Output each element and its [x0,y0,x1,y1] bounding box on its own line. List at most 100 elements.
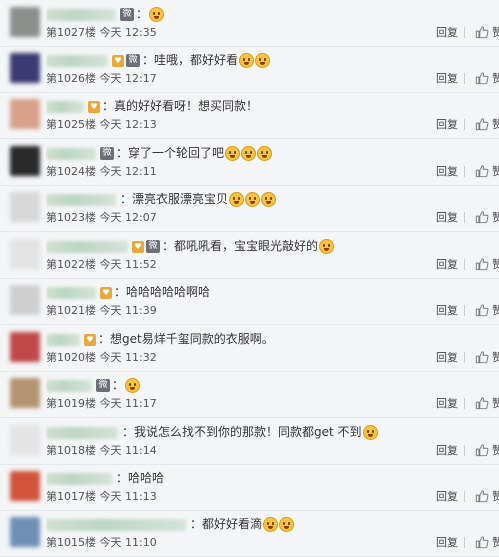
divider [464,119,465,130]
like-label[interactable]: 赞 [492,536,499,550]
reply-button[interactable]: 回复 [436,211,458,225]
floor-number: 第1018楼 [46,444,96,457]
separator: ： [162,239,175,253]
avatar[interactable] [10,53,40,83]
timestamp: 今天 12:13 [99,118,157,131]
username[interactable] [46,518,186,531]
comment-text: 漂亮衣服漂亮宝贝 [132,192,229,206]
reply-button[interactable]: 回复 [436,397,458,411]
comment-meta: 第1020楼 今天 11:32 [46,351,157,365]
like-label[interactable]: 赞 [492,72,499,86]
thumbs-up-icon[interactable] [475,257,489,271]
username[interactable] [46,147,96,160]
comment-item: ♥ ：哈哈哈哈哈啊哈 第1021楼 今天 11:39 回复 赞 [0,278,499,325]
like-label[interactable]: 赞 [492,397,499,411]
emoji-icon [261,192,277,207]
like-label[interactable]: 赞 [492,258,499,272]
like-label[interactable]: 赞 [492,490,499,504]
thumbs-up-icon[interactable] [475,303,489,317]
like-label[interactable]: 赞 [492,351,499,365]
thumbs-up-icon[interactable] [475,396,489,410]
avatar[interactable] [10,332,40,362]
like-label[interactable]: 赞 [492,444,499,458]
reply-button[interactable]: 回复 [436,536,458,550]
comment-content: 微： [46,375,489,395]
emoji-icon [229,192,245,207]
comment-meta: 第1026楼 今天 12:17 [46,72,157,86]
avatar[interactable] [10,239,40,269]
username[interactable] [46,54,108,67]
emoji-icon [319,239,335,254]
like-label[interactable]: 赞 [492,165,499,179]
reply-button[interactable]: 回复 [436,351,458,365]
avatar[interactable] [10,7,40,37]
thumbs-up-icon[interactable] [475,489,489,503]
thumbs-up-icon[interactable] [475,25,489,39]
timestamp: 今天 11:13 [99,490,157,503]
avatar[interactable] [10,471,40,501]
comment-content: ♥ 微：哇哦，都好好看 [46,50,489,70]
emoji-icon [255,53,271,68]
reply-button[interactable]: 回复 [436,118,458,132]
comment-content: ：哈哈哈 [46,468,489,488]
reply-button[interactable]: 回复 [436,304,458,318]
reply-button[interactable]: 回复 [436,26,458,40]
username[interactable] [46,472,112,485]
username[interactable] [46,286,96,299]
divider [464,166,465,177]
comment-meta: 第1022楼 今天 11:52 [46,258,157,272]
avatar[interactable] [10,378,40,408]
thumbs-up-icon[interactable] [475,71,489,85]
avatar[interactable] [10,146,40,176]
floor-number: 第1026楼 [46,72,96,85]
reply-button[interactable]: 回复 [436,258,458,272]
comment-item: ：哈哈哈第1017楼 今天 11:13 回复 赞 [0,464,499,511]
avatar[interactable] [10,425,40,455]
username[interactable] [46,8,116,21]
username[interactable] [46,240,128,253]
divider [464,352,465,363]
thumbs-up-icon[interactable] [475,350,489,364]
avatar[interactable] [10,99,40,129]
comment-content: ♥ 微：都吼吼看，宝宝眼光敲好的 [46,236,489,256]
comment-text: 穿了一个轮回了吧 [128,146,225,160]
comment-text: 哈哈哈 [128,471,165,485]
like-label[interactable]: 赞 [492,118,499,132]
separator: ： [116,146,129,160]
avatar[interactable] [10,285,40,315]
avatar[interactable] [10,192,40,222]
reply-button[interactable]: 回复 [436,165,458,179]
thumbs-up-icon[interactable] [475,443,489,457]
floor-number: 第1027楼 [46,26,96,39]
divider [464,259,465,270]
like-label[interactable]: 赞 [492,26,499,40]
reply-button[interactable]: 回复 [436,72,458,86]
member-badge-icon: ♥ [88,100,100,113]
reply-button[interactable]: 回复 [436,490,458,504]
timestamp: 今天 11:32 [99,351,157,364]
avatar[interactable] [10,517,40,547]
username[interactable] [46,426,118,439]
comment-meta: 第1017楼 今天 11:13 [46,490,157,504]
username[interactable] [46,333,80,346]
username[interactable] [46,100,84,113]
comment-meta: 第1019楼 今天 11:17 [46,397,157,411]
thumbs-up-icon[interactable] [475,535,489,549]
username[interactable] [46,193,116,206]
like-label[interactable]: 赞 [492,211,499,225]
thumbs-up-icon[interactable] [475,117,489,131]
thumbs-up-icon[interactable] [475,210,489,224]
separator: ： [190,517,203,531]
comment-content: 微： [46,4,489,24]
thumbs-up-icon[interactable] [475,164,489,178]
separator: ： [98,332,111,346]
comment-item: ：我说怎么找不到你的那款！同款都get 不到 第1018楼 今天 11:14 回复 赞 [0,418,499,465]
emoji-icon [241,146,257,161]
username[interactable] [46,379,92,392]
timestamp: 今天 12:35 [99,26,157,39]
divider [464,212,465,223]
vip-badge-icon: 微 [120,8,134,21]
like-label[interactable]: 赞 [492,304,499,318]
reply-button[interactable]: 回复 [436,444,458,458]
timestamp: 今天 11:52 [99,258,157,271]
